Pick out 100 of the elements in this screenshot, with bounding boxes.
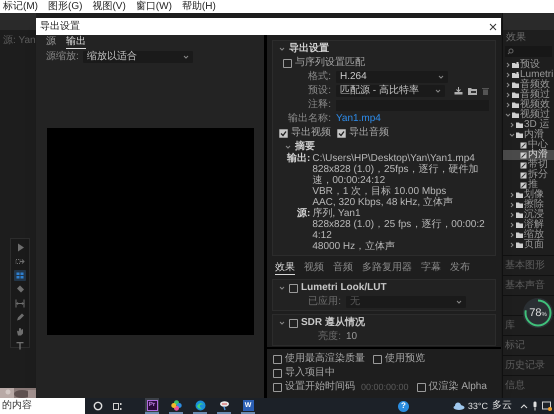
- section-title: 导出设置: [289, 44, 329, 54]
- pen-icon[interactable]: [14, 312, 26, 323]
- checkbox[interactable]: [373, 354, 382, 364]
- checkbox[interactable]: [273, 368, 282, 378]
- field-label: 源缩放:: [46, 52, 79, 62]
- tree-item[interactable]: 音频效: [503, 80, 554, 90]
- tab[interactable]: 音频: [333, 263, 353, 275]
- chevron-down-icon[interactable]: [279, 46, 285, 52]
- summary-line: VBR，1 次，目标 10.00 Mbps: [312, 186, 446, 197]
- hand-icon[interactable]: [14, 326, 26, 337]
- tray-icon[interactable]: [542, 401, 552, 411]
- track-select-icon[interactable]: [14, 256, 26, 267]
- temperature-text: 33°C: [468, 402, 488, 410]
- tree-item[interactable]: 内滑: [503, 130, 554, 140]
- tab[interactable]: 输出: [66, 37, 86, 49]
- chevron-right-icon[interactable]: [505, 72, 511, 78]
- effect-icon: [520, 172, 527, 178]
- tree-item[interactable]: 溶解: [503, 220, 554, 230]
- effect-icon: [520, 182, 527, 188]
- checkbox-label: 导入项目中: [285, 368, 335, 378]
- close-icon[interactable]: [489, 22, 497, 30]
- chevron-right-icon[interactable]: [509, 242, 515, 248]
- menu-item[interactable]: 标记(M): [3, 2, 38, 12]
- chevron-down-icon[interactable]: [279, 285, 285, 291]
- tree-item[interactable]: 推: [503, 180, 554, 190]
- type-tool-icon[interactable]: [14, 340, 26, 351]
- chevron-down-icon[interactable]: [279, 320, 285, 326]
- menu-item[interactable]: 视图(V): [92, 2, 126, 12]
- chevron-down-icon[interactable]: [509, 132, 515, 138]
- menu-item[interactable]: 帮助(H): [182, 2, 216, 12]
- summary-line: AAC, 320 Kbps, 48 kHz, 立体声: [312, 197, 454, 208]
- summary-line: 48000 Hz，立体声: [312, 241, 396, 252]
- chevron-right-icon[interactable]: [505, 62, 511, 68]
- tree-item[interactable]: 划像: [503, 190, 554, 200]
- effect-icon: [520, 142, 527, 148]
- taskbar-app[interactable]: [169, 398, 183, 414]
- tab[interactable]: 多路复用器: [362, 263, 412, 275]
- chevron-right-icon[interactable]: [509, 232, 515, 238]
- field-label: 输出名称:: [287, 114, 331, 124]
- tree-item[interactable]: 缩放: [503, 230, 554, 240]
- ripple-edit-icon[interactable]: [14, 270, 26, 281]
- slip-icon[interactable]: [14, 298, 26, 309]
- tab[interactable]: 发布: [450, 263, 470, 275]
- checkbox[interactable]: [273, 382, 282, 392]
- circle-icon[interactable]: [93, 401, 103, 411]
- tree-item[interactable]: 预设: [503, 60, 554, 70]
- file-name-link[interactable]: Yan1.mp4: [336, 114, 381, 124]
- checkbox[interactable]: [416, 382, 426, 392]
- tree-item[interactable]: 沉浸: [503, 210, 554, 220]
- taskbar-app[interactable]: [217, 398, 231, 414]
- import-icon[interactable]: [454, 87, 463, 95]
- tree-item[interactable]: 拆分: [503, 170, 554, 180]
- tree-item[interactable]: 视频过: [503, 110, 554, 120]
- summary-line: 828x828 (1.0)，25fps，逐行，硬件加速，00:00:24:12: [312, 164, 480, 186]
- search-field[interactable]: 的内容: [0, 398, 85, 414]
- checkbox[interactable]: [289, 284, 298, 292]
- field-label: 亮度:: [317, 332, 341, 342]
- chevron-up-icon[interactable]: [520, 403, 528, 409]
- menu-item[interactable]: 图形(G): [48, 2, 82, 12]
- microphone-icon[interactable]: [532, 401, 538, 411]
- help-icon[interactable]: ?: [398, 400, 409, 412]
- chevron-right-icon[interactable]: [509, 122, 515, 128]
- chevron-down-icon[interactable]: [285, 144, 291, 150]
- tree-item[interactable]: 中心: [503, 140, 554, 150]
- task-view-icon[interactable]: [113, 402, 124, 410]
- tab[interactable]: 源: [46, 37, 56, 49]
- chevron-right-icon[interactable]: [509, 202, 515, 208]
- chevron-right-icon[interactable]: [505, 102, 511, 108]
- chevron-right-icon[interactable]: [509, 212, 515, 218]
- tree-item[interactable]: 擦除: [503, 200, 554, 210]
- cloud-icon[interactable]: [452, 402, 465, 410]
- chevron-right-icon[interactable]: [505, 92, 511, 98]
- tab[interactable]: 字幕: [421, 263, 441, 275]
- tree-item[interactable]: 3D 运: [503, 120, 554, 130]
- checkbox[interactable]: [279, 128, 288, 138]
- tree-item[interactable]: 带切: [503, 160, 554, 170]
- tree-item[interactable]: 页面: [503, 240, 554, 250]
- checkbox[interactable]: [337, 128, 346, 138]
- chevron-right-icon[interactable]: [509, 222, 515, 228]
- checkbox[interactable]: [283, 58, 292, 68]
- folder-icon[interactable]: [468, 87, 477, 95]
- dropdown[interactable]: 缩放以适合: [82, 51, 193, 63]
- field-label: 预设:: [307, 86, 331, 96]
- checkbox[interactable]: [273, 354, 282, 364]
- tree-item[interactable]: 音频过: [503, 90, 554, 100]
- chevron-right-icon[interactable]: [505, 82, 511, 88]
- menu-item[interactable]: 窗口(W): [136, 2, 172, 12]
- tree-item[interactable]: 内滑: [503, 150, 554, 160]
- checkbox[interactable]: [289, 318, 298, 328]
- chevron-down-icon[interactable]: [505, 112, 511, 118]
- tree-item[interactable]: Lumetri: [503, 70, 554, 80]
- summary-line: 序列, Yan1: [312, 208, 362, 219]
- search-field[interactable]: [505, 46, 552, 57]
- dropdown[interactable]: 匹配源 - 高比特率: [336, 85, 445, 97]
- tab[interactable]: 效果: [275, 263, 295, 275]
- taskbar-app[interactable]: [193, 398, 207, 414]
- dropdown[interactable]: H.264: [336, 71, 448, 83]
- tab[interactable]: 视频: [304, 263, 324, 275]
- chevron-right-icon[interactable]: [509, 192, 515, 198]
- tree-item[interactable]: 视频效: [503, 100, 554, 110]
